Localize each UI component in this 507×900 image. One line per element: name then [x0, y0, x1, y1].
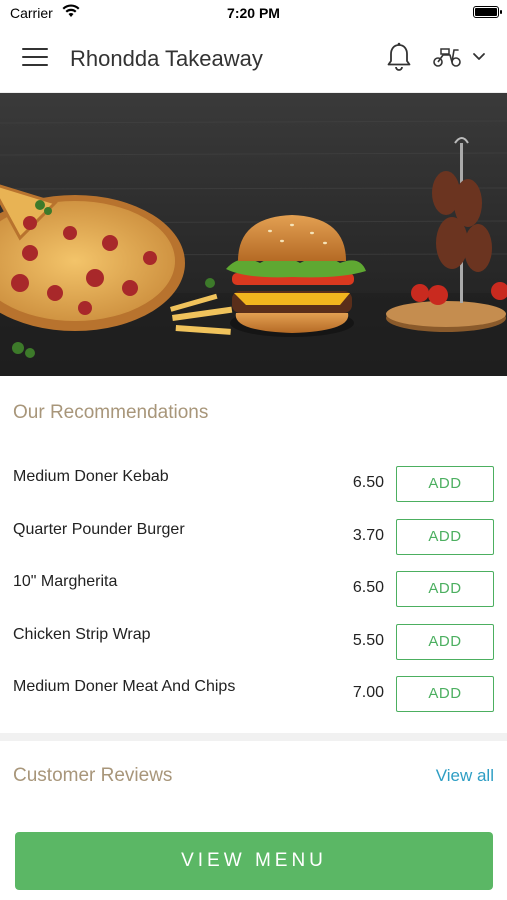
item-price: 6.50	[352, 579, 384, 596]
section-divider	[0, 733, 507, 741]
item-price: 6.50	[352, 474, 384, 491]
item-name: Chicken Strip Wrap	[13, 625, 151, 643]
view-menu-button[interactable]: VIEW MENU	[15, 832, 493, 890]
item-price: 5.50	[352, 631, 384, 649]
chevron-down-icon[interactable]	[472, 52, 486, 62]
item-price: 7.00	[352, 684, 384, 701]
add-button[interactable]: ADD	[396, 518, 494, 555]
clock: 7:20 PM	[227, 5, 280, 21]
add-button[interactable]: ADD	[396, 571, 494, 607]
item-price: 3.70	[352, 526, 384, 544]
add-button[interactable]: ADD	[396, 466, 494, 502]
battery-icon	[473, 6, 502, 18]
item-name: Quarter Pounder Burger	[13, 520, 185, 538]
item-name: 10" Margherita	[13, 573, 118, 590]
bell-icon[interactable]	[386, 42, 412, 72]
list-item: Quarter Pounder Burger 3.70 ADD	[0, 509, 507, 562]
hero-banner-image	[0, 93, 507, 376]
add-button[interactable]: ADD	[396, 623, 494, 660]
hamburger-menu-icon[interactable]	[22, 48, 48, 70]
status-bar: Carrier 7:20 PM	[0, 0, 507, 26]
view-all-reviews-link[interactable]: View all	[436, 766, 494, 786]
restaurant-title: Rhondda Takeaway	[70, 46, 263, 71]
list-item: Medium Doner Meat And Chips 7.00 ADD	[0, 666, 507, 719]
list-item: Medium Doner Kebab 6.50 ADD	[0, 456, 507, 509]
recommendations-heading: Our Recommendations	[13, 402, 209, 423]
list-item: Chicken Strip Wrap 5.50 ADD	[0, 614, 507, 667]
list-item: 10" Margherita 6.50 ADD	[0, 561, 507, 614]
item-name: Medium Doner Meat And Chips	[13, 678, 236, 695]
app-header: Rhondda Takeaway	[0, 26, 507, 93]
reviews-heading: Customer Reviews	[13, 765, 173, 786]
item-name: Medium Doner Kebab	[13, 468, 169, 485]
recommendations-list: Medium Doner Kebab 6.50 ADD Quarter Poun…	[0, 456, 507, 719]
add-button[interactable]: ADD	[396, 676, 494, 712]
scooter-icon[interactable]	[432, 46, 462, 68]
